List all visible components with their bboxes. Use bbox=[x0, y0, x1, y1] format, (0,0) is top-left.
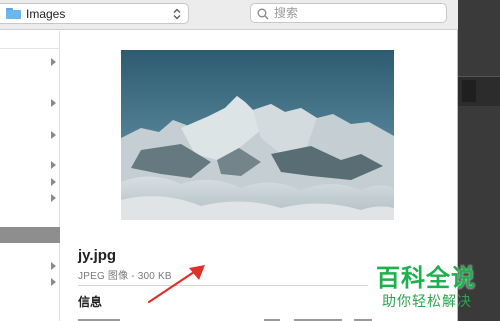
folder-icon bbox=[6, 8, 21, 19]
column-row[interactable] bbox=[0, 128, 60, 144]
disclosure-arrow-icon bbox=[51, 131, 56, 139]
column-row[interactable] bbox=[0, 175, 60, 191]
watermark: 百科全说 助你轻松解决 bbox=[370, 258, 500, 318]
chevron-updown-icon bbox=[171, 6, 183, 21]
disclosure-arrow-icon bbox=[51, 278, 56, 286]
screen: Images 搜索 jy.jpg JPEG 图像 - 300 KB 信息 百科全… bbox=[0, 0, 500, 321]
search-input[interactable] bbox=[274, 6, 424, 20]
column-divider bbox=[0, 48, 60, 49]
disclosure-arrow-icon bbox=[51, 262, 56, 270]
disclosure-arrow-icon bbox=[51, 161, 56, 169]
disclosure-arrow-icon bbox=[51, 178, 56, 186]
search-icon bbox=[257, 7, 269, 20]
location-popup-button[interactable]: Images bbox=[0, 3, 189, 24]
info-row-cut-off bbox=[78, 317, 378, 321]
watermark-subtitle: 助你轻松解决 bbox=[382, 293, 472, 309]
file-name: jy.jpg bbox=[78, 247, 117, 264]
disclosure-arrow-icon bbox=[51, 99, 56, 107]
image-thumbnail bbox=[121, 50, 394, 220]
info-section-heading: 信息 bbox=[78, 295, 103, 309]
dialog-toolbar: Images bbox=[0, 0, 458, 30]
red-arrow-annotation bbox=[147, 265, 205, 304]
search-field[interactable] bbox=[250, 3, 447, 23]
watermark-title: 百科全说 bbox=[376, 265, 476, 292]
column-row[interactable] bbox=[0, 275, 60, 291]
column-row[interactable] bbox=[0, 96, 60, 112]
location-label: Images bbox=[26, 6, 66, 21]
column-row[interactable] bbox=[0, 191, 60, 207]
column-row[interactable] bbox=[0, 55, 60, 71]
divider bbox=[78, 285, 368, 286]
disclosure-arrow-icon bbox=[51, 194, 56, 202]
column-row[interactable] bbox=[0, 158, 60, 174]
column-row-selected[interactable] bbox=[0, 227, 60, 243]
browser-column bbox=[0, 31, 60, 321]
column-row[interactable] bbox=[0, 259, 60, 275]
disclosure-arrow-icon bbox=[51, 58, 56, 66]
background-app-panel bbox=[462, 80, 476, 102]
